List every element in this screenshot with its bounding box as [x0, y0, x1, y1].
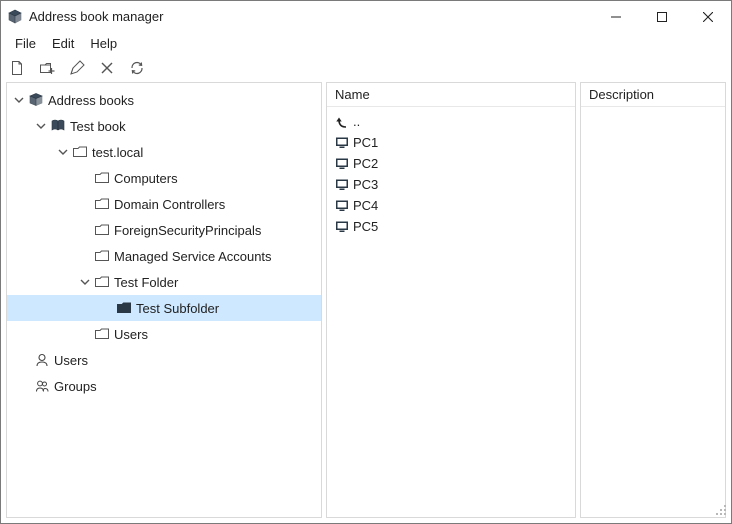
computer-icon	[333, 136, 351, 150]
tree-node-label: Users	[114, 327, 148, 342]
list-panel: Name .. PC1 P	[326, 82, 576, 518]
tree-node-label: Groups	[54, 379, 97, 394]
group-icon	[33, 378, 51, 394]
tree-node-groups[interactable]: Groups	[7, 373, 321, 399]
main-area: Address books Test book	[1, 82, 731, 523]
chevron-down-icon[interactable]	[55, 147, 71, 157]
tree-node-test-local[interactable]: test.local	[7, 139, 321, 165]
tree-node-label: Managed Service Accounts	[114, 249, 272, 264]
description-panel: Description	[580, 82, 726, 518]
tree-node-test-folder[interactable]: Test Folder	[7, 269, 321, 295]
folder-icon	[71, 144, 89, 160]
tree-node-domain-controllers[interactable]: Domain Controllers	[7, 191, 321, 217]
column-header-name[interactable]: Name	[327, 83, 575, 107]
list-item-label: PC2	[353, 156, 378, 171]
tree-node-label: Test Subfolder	[136, 301, 219, 316]
user-icon	[33, 352, 51, 368]
list-body: .. PC1 PC2	[327, 107, 575, 237]
list-item-label: PC1	[353, 135, 378, 150]
tree-node-label: Computers	[114, 171, 178, 186]
tree-node-address-books[interactable]: Address books	[7, 87, 321, 113]
list-item[interactable]: PC2	[327, 153, 575, 174]
list-item-parent[interactable]: ..	[327, 111, 575, 132]
tree-node-label: Test Folder	[114, 275, 178, 290]
tree-node-foreign-security-principals[interactable]: ForeignSecurityPrincipals	[7, 217, 321, 243]
chevron-down-icon[interactable]	[77, 277, 93, 287]
computer-icon	[333, 220, 351, 234]
list-item[interactable]: PC1	[327, 132, 575, 153]
folder-icon	[93, 170, 111, 186]
list-item-label: PC3	[353, 177, 378, 192]
tree-node-label: Domain Controllers	[114, 197, 225, 212]
computer-icon	[333, 178, 351, 192]
tree-node-managed-service-accounts[interactable]: Managed Service Accounts	[7, 243, 321, 269]
new-file-button[interactable]	[7, 58, 27, 78]
up-arrow-icon	[333, 115, 351, 129]
window: Address book manager File Edit Help	[0, 0, 732, 524]
resize-grip-icer-icon[interactable]	[715, 504, 728, 520]
chevron-down-icon[interactable]	[11, 95, 27, 105]
menu-edit[interactable]: Edit	[44, 34, 82, 53]
delete-button[interactable]	[97, 58, 117, 78]
list-item[interactable]: PC3	[327, 174, 575, 195]
books-stack-icon	[27, 92, 45, 108]
refresh-button[interactable]	[127, 58, 147, 78]
window-title: Address book manager	[29, 9, 163, 24]
toolbar	[1, 54, 731, 82]
computer-icon	[333, 157, 351, 171]
tree-node-test-subfolder[interactable]: Test Subfolder	[7, 295, 321, 321]
new-folder-button[interactable]	[37, 58, 57, 78]
list-item[interactable]: PC4	[327, 195, 575, 216]
app-icon	[7, 9, 23, 25]
maximize-button[interactable]	[639, 1, 685, 32]
folder-icon	[93, 326, 111, 342]
titlebar: Address book manager	[1, 1, 731, 32]
folder-icon	[93, 196, 111, 212]
column-header-description[interactable]: Description	[581, 83, 725, 107]
tree-body: Address books Test book	[7, 83, 321, 399]
menu-help[interactable]: Help	[82, 34, 125, 53]
tree-panel: Address books Test book	[6, 82, 322, 518]
tree-node-computers[interactable]: Computers	[7, 165, 321, 191]
list-item-label: PC5	[353, 219, 378, 234]
tree-node-label: test.local	[92, 145, 143, 160]
tree-node-users[interactable]: Users	[7, 347, 321, 373]
menubar: File Edit Help	[1, 32, 731, 54]
folder-icon	[93, 274, 111, 290]
tree-node-label: Address books	[48, 93, 134, 108]
minimize-button[interactable]	[593, 1, 639, 32]
tree-node-test-book[interactable]: Test book	[7, 113, 321, 139]
chevron-down-icon[interactable]	[33, 121, 49, 131]
tree-node-label: Users	[54, 353, 88, 368]
menu-file[interactable]: File	[7, 34, 44, 53]
computer-icon	[333, 199, 351, 213]
close-button[interactable]	[685, 1, 731, 32]
tree-node-label: ForeignSecurityPrincipals	[114, 223, 261, 238]
edit-button[interactable]	[67, 58, 87, 78]
tree-node-label: Test book	[70, 119, 126, 134]
tree-node-users-folder[interactable]: Users	[7, 321, 321, 347]
list-item[interactable]: PC5	[327, 216, 575, 237]
folder-icon	[93, 248, 111, 264]
list-item-label: ..	[353, 114, 360, 129]
window-controls	[593, 1, 731, 32]
folder-icon	[115, 300, 133, 316]
folder-icon	[93, 222, 111, 238]
book-icon	[49, 118, 67, 134]
list-item-label: PC4	[353, 198, 378, 213]
